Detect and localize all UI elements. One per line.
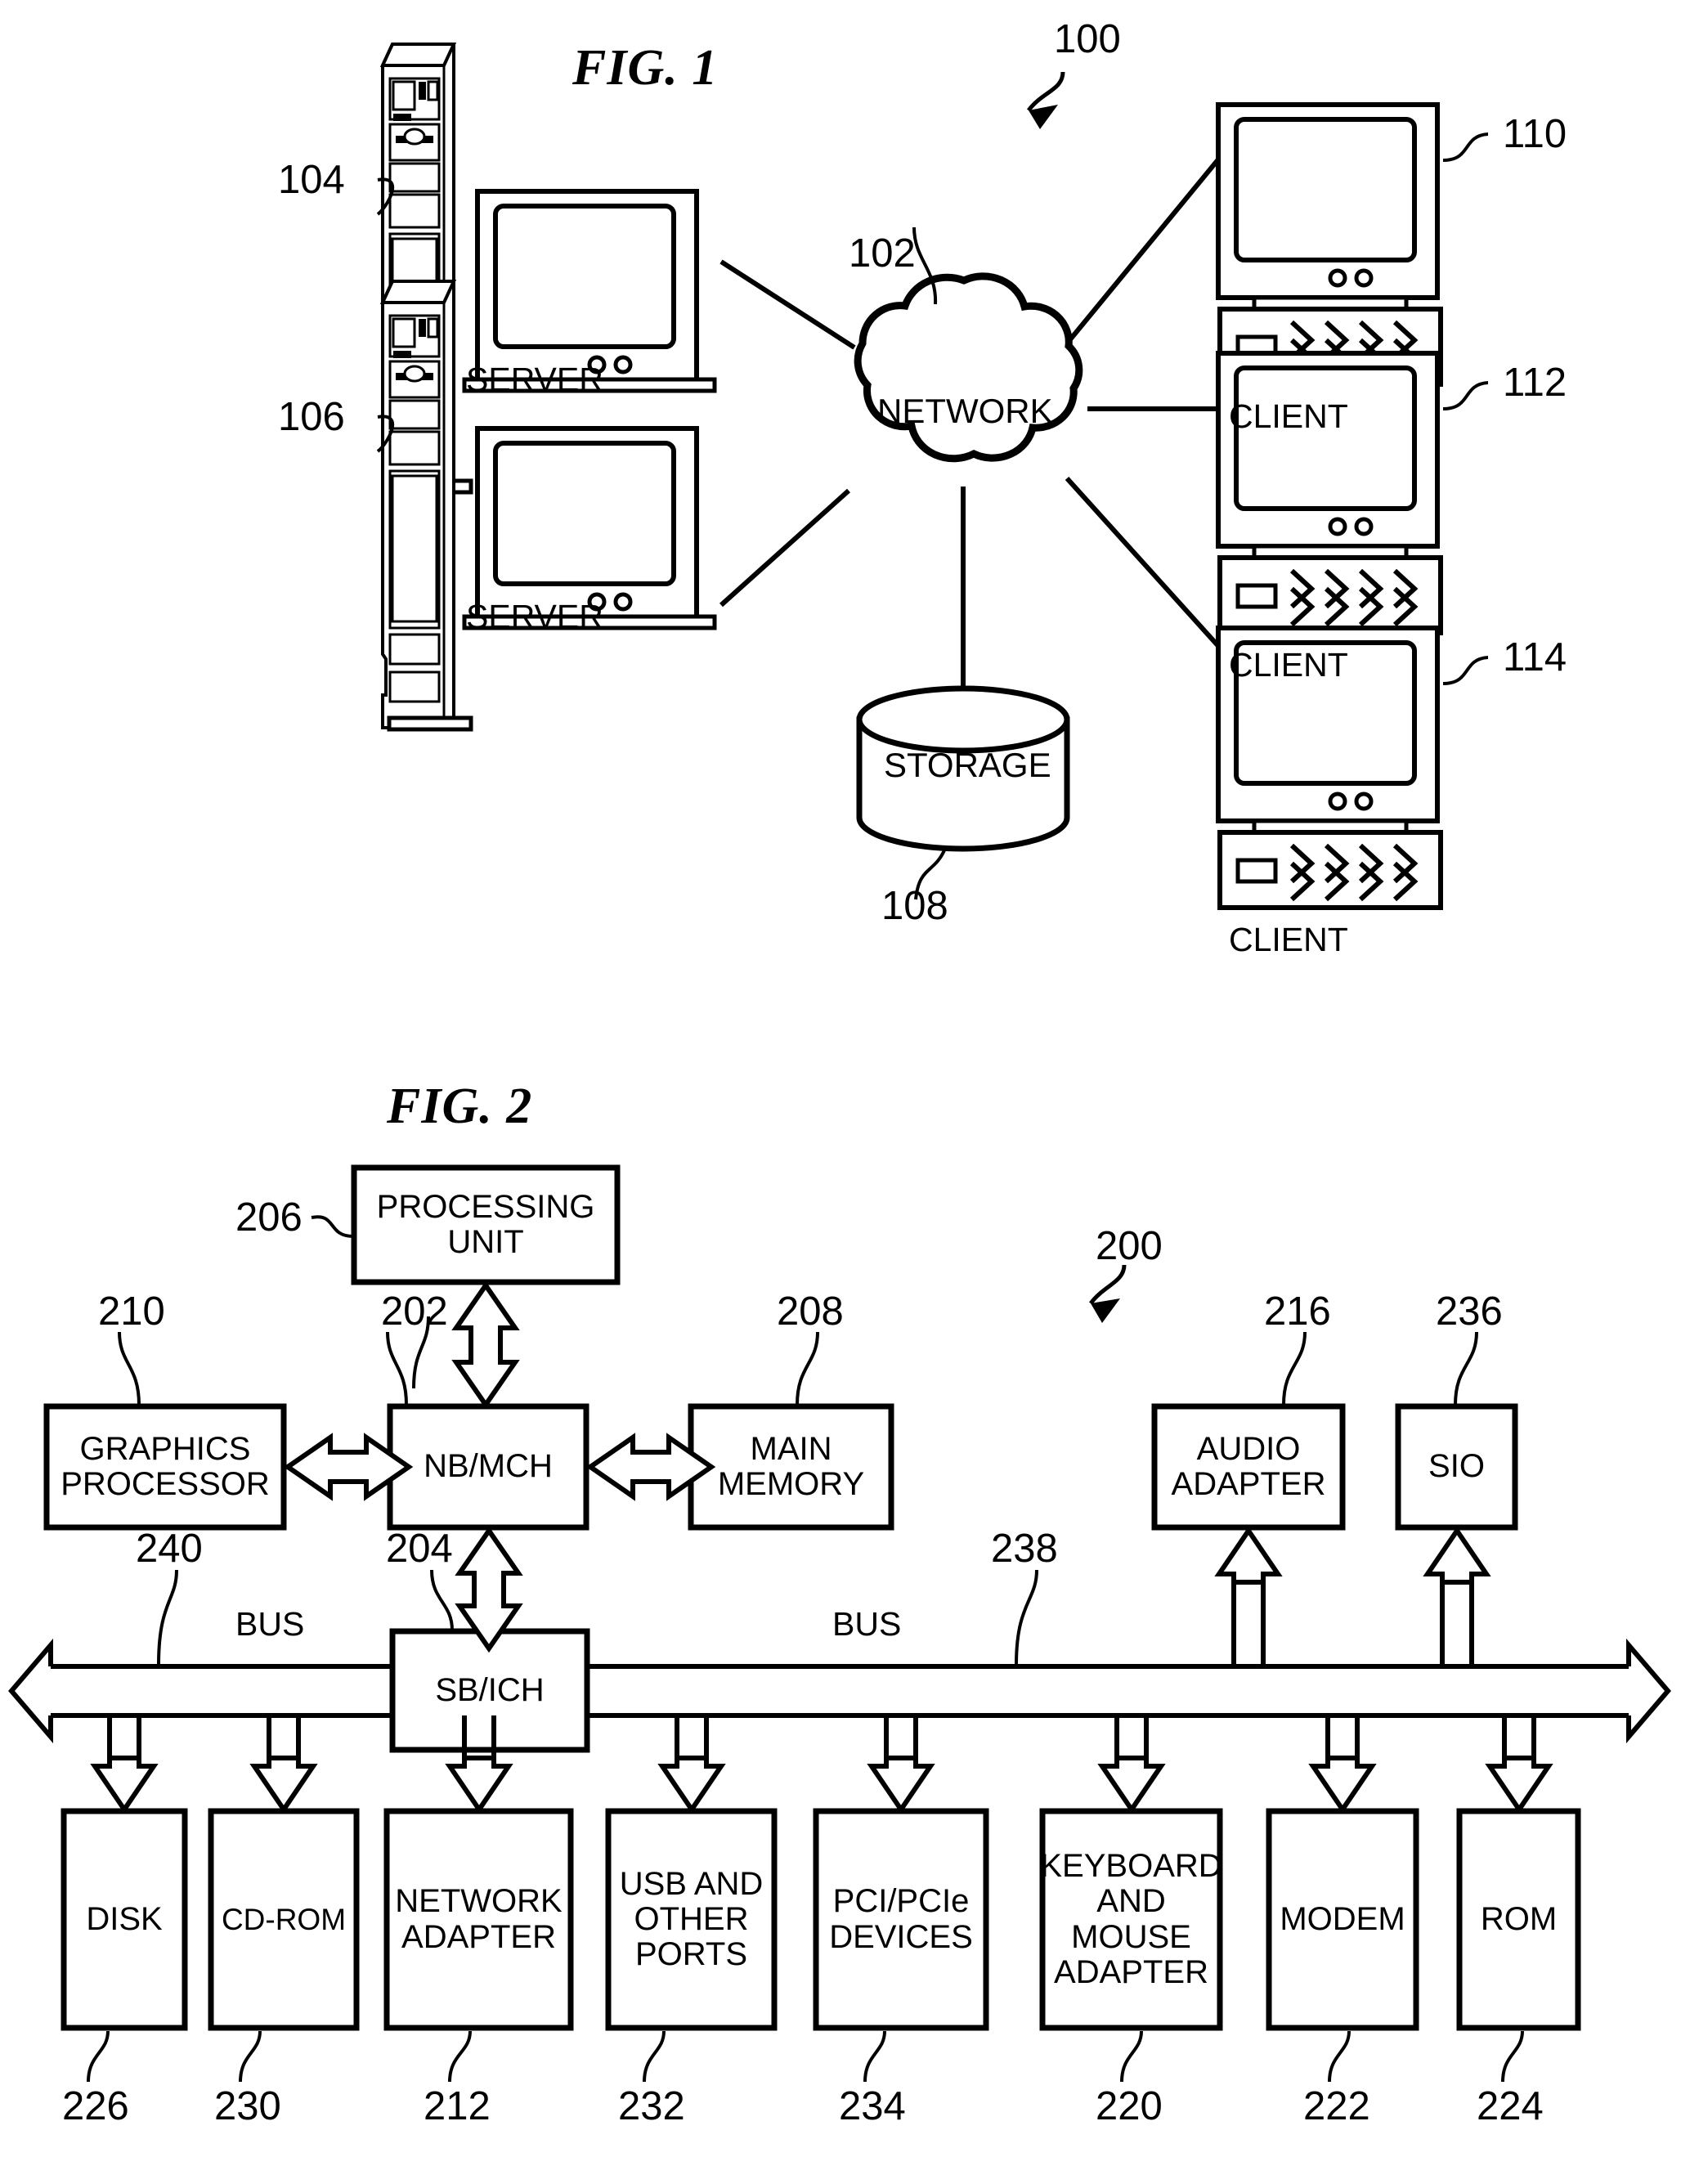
leader-220 (1120, 2030, 1143, 2083)
ref-232: 232 (618, 2084, 685, 2128)
network-label: NETWORK (877, 392, 1053, 430)
ref-210: 210 (98, 1289, 165, 1334)
bus-up-stems (1214, 1526, 1491, 1666)
server-104-label: SERVER (466, 361, 603, 398)
ref-226: 226 (62, 2084, 129, 2128)
ref-234: 234 (839, 2084, 906, 2128)
bus-240-label: BUS (235, 1605, 305, 1643)
ref-106: 106 (278, 395, 345, 439)
leader-212 (448, 2030, 472, 2083)
ref-100: 100 (1054, 17, 1121, 61)
leader-226 (87, 2030, 110, 2083)
ref-204: 204 (386, 1527, 453, 1571)
box-graphics-processor (43, 1403, 287, 1531)
ref-230: 230 (214, 2084, 281, 2128)
leader-200 (1088, 1264, 1127, 1323)
box-network-adapter (383, 1808, 574, 2031)
bus-drop-stems (90, 1715, 1553, 1814)
ref-104: 104 (278, 158, 345, 202)
box-disk (61, 1808, 188, 2031)
ref-202-top: 202 (381, 1289, 448, 1334)
leader-234 (863, 2030, 886, 2083)
leader-210 (118, 1331, 141, 1406)
box-usb-ports (605, 1808, 778, 2031)
ref-236: 236 (1436, 1289, 1503, 1334)
ref-208: 208 (777, 1289, 844, 1334)
ref-102: 102 (849, 231, 916, 276)
ref-206: 206 (235, 1195, 303, 1240)
ref-108: 108 (881, 884, 948, 928)
leader-110 (1442, 132, 1489, 162)
box-processing-unit (351, 1164, 621, 1285)
leader-236 (1454, 1331, 1478, 1406)
box-cdrom (208, 1808, 360, 2031)
ref-112: 112 (1503, 361, 1567, 405)
leader-208 (796, 1331, 819, 1406)
box-pci-devices (813, 1808, 989, 2031)
client-112-graphic (1218, 353, 1441, 633)
ref-238: 238 (991, 1527, 1058, 1571)
leader-202-bot (386, 1331, 408, 1406)
leader-216 (1282, 1331, 1307, 1406)
leader-100 (1026, 71, 1065, 129)
leader-114 (1442, 656, 1489, 685)
box-sio (1395, 1403, 1518, 1531)
figure-2-title: FIG. 2 (387, 1079, 533, 1134)
link-102-110 (1065, 158, 1221, 345)
bus-238-label: BUS (832, 1605, 902, 1643)
box-modem (1266, 1808, 1419, 2031)
leader-206 (311, 1215, 354, 1238)
link-104-102 (719, 259, 856, 350)
leader-230 (239, 2030, 262, 2083)
storage-label: STORAGE (884, 746, 1051, 784)
network-cloud-graphic (854, 272, 1083, 463)
bus-238-240 (8, 1638, 1671, 1744)
leader-224 (1501, 2030, 1524, 2083)
leader-222 (1328, 2030, 1351, 2083)
box-audio-adapter (1151, 1403, 1346, 1531)
box-nb-mch (387, 1403, 589, 1531)
server-106-label: SERVER (466, 598, 603, 635)
leader-112 (1442, 381, 1489, 410)
leader-204 (430, 1569, 454, 1631)
client-112-label: CLIENT (1229, 646, 1348, 684)
leader-240 (157, 1569, 178, 1666)
ref-110: 110 (1503, 112, 1567, 156)
ref-114: 114 (1503, 635, 1567, 679)
link-102-114 (1065, 476, 1221, 648)
leader-232 (643, 2030, 666, 2083)
patent-drawing-sheet: FIG. 1 100 104 106 102 108 110 112 114 N… (0, 0, 1681, 2184)
drawing-vector-layer (8, 43, 1671, 2083)
leader-238 (1015, 1569, 1038, 1666)
ref-222: 222 (1303, 2084, 1370, 2128)
client-110-graphic (1218, 105, 1441, 384)
figure-1-title: FIG. 1 (572, 40, 719, 96)
ref-220: 220 (1096, 2084, 1163, 2128)
ref-224: 224 (1477, 2084, 1544, 2128)
ref-212: 212 (424, 2084, 491, 2128)
ref-200: 200 (1096, 1224, 1163, 1268)
ref-216: 216 (1264, 1289, 1331, 1334)
arrow-pu-nbmch (451, 1280, 520, 1410)
client-114-label: CLIENT (1229, 921, 1348, 958)
box-main-memory (688, 1403, 894, 1531)
client-110-label: CLIENT (1229, 397, 1348, 435)
box-keyboard-mouse (1039, 1808, 1223, 2031)
box-rom (1456, 1808, 1581, 2031)
ref-240: 240 (136, 1527, 203, 1571)
link-106-102 (719, 488, 851, 608)
